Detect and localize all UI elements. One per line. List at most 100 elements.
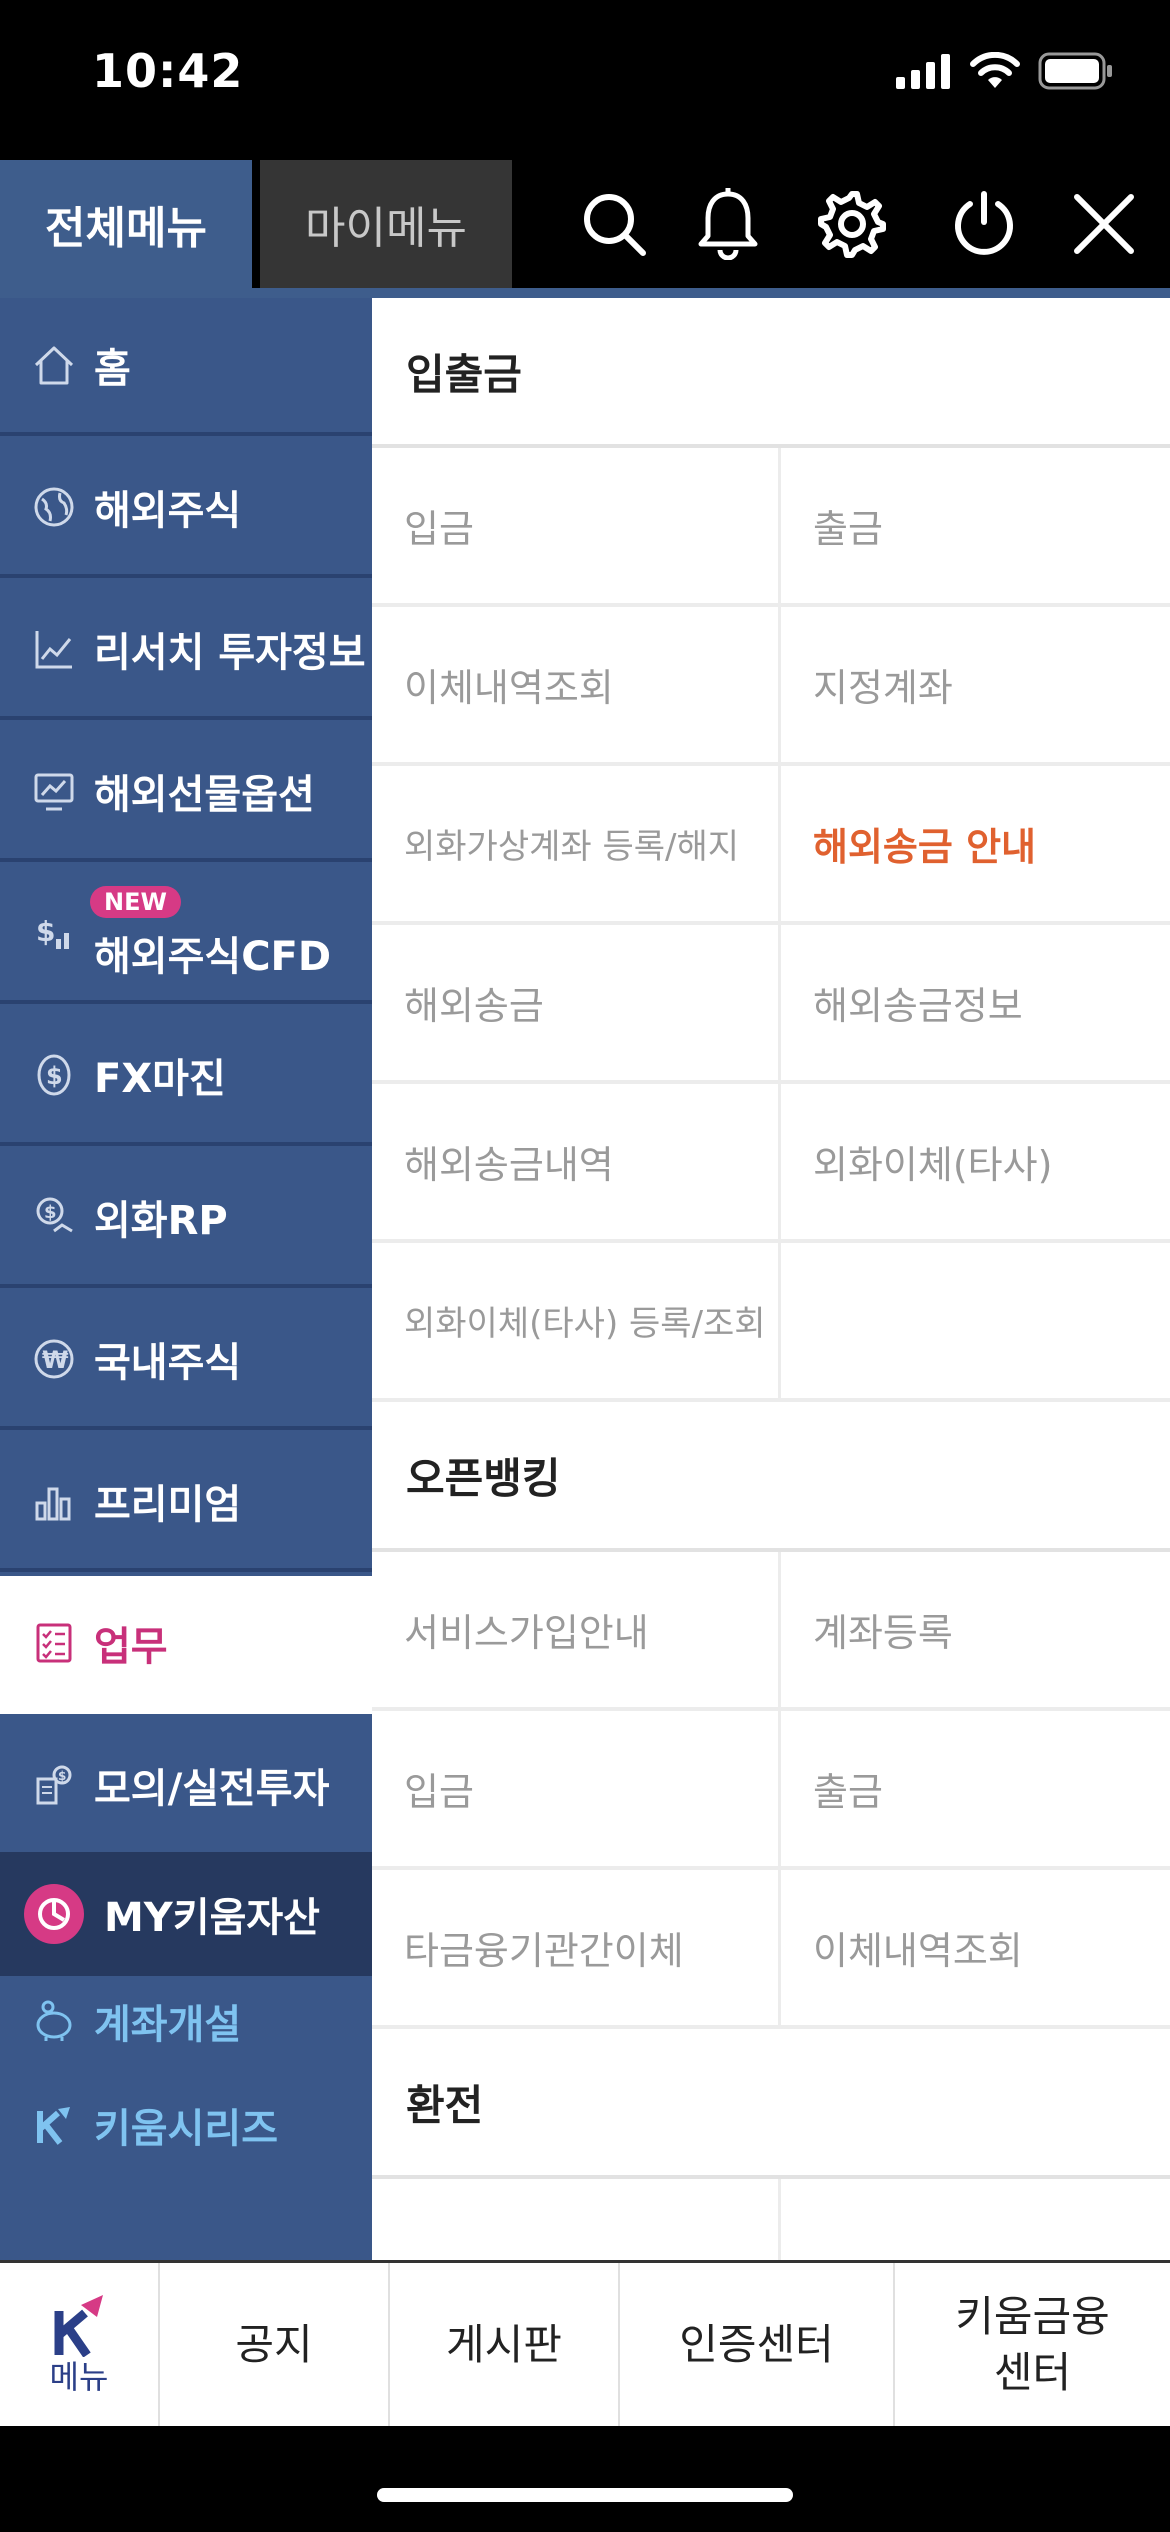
menu-item[interactable]: 해외송금	[372, 925, 781, 1084]
menu-item-empty	[781, 1243, 1170, 1402]
sidebar-sub-account-open[interactable]: 계좌개설	[30, 1992, 241, 2050]
menu-content: 입출금 입금 출금 이체내역조회 지정계좌 외화가상계좌 등록/해지 해외송금 …	[372, 298, 1170, 2260]
checklist-icon	[30, 1619, 78, 1667]
monitor-chart-icon	[30, 767, 78, 815]
sidebar-item-label: 외화RP	[94, 1198, 228, 1244]
status-icons	[896, 52, 1114, 90]
coin-hand-icon: $	[30, 1193, 78, 1241]
menu-item[interactable]: 외화이체(타사) 등록/조회	[372, 1243, 781, 1402]
bottom-cert-center[interactable]: 인증센터	[620, 2263, 895, 2426]
menu-item[interactable]: 외화가상계좌 등록/해지	[372, 766, 781, 925]
section-title: 오픈뱅킹	[372, 1402, 1170, 1552]
sidebar-my-assets[interactable]: MY키움자산	[0, 1852, 372, 1976]
sidebar-item-home[interactable]: 홈	[0, 298, 372, 436]
menu-item-partial[interactable]	[781, 2179, 1170, 2260]
my-assets-label: MY키움자산	[104, 1895, 320, 1941]
sidebar-item-label: 해외선물옵션	[94, 772, 315, 818]
section-title: 입출금	[372, 298, 1170, 448]
sidebar-item-simulated-trading[interactable]: $ 모의/실전투자	[0, 1718, 372, 1856]
svg-text:$: $	[46, 1062, 63, 1090]
tab-all-menu[interactable]: 전체메뉴	[0, 160, 252, 288]
sidebar-item-cfd[interactable]: NEW $ 해외주식CFD	[0, 866, 372, 1004]
header-divider	[0, 288, 1170, 298]
bar-chart-icon	[30, 1477, 78, 1525]
menu-item[interactable]: 이체내역조회	[781, 1870, 1170, 2029]
dollar-circle-icon: $	[30, 1051, 78, 1099]
bottom-item-line: 키움금융	[955, 2291, 1110, 2341]
piggy-bank-icon	[30, 1997, 78, 2045]
search-icon[interactable]	[570, 180, 658, 268]
menu-item[interactable]: 지정계좌	[781, 607, 1170, 766]
menu-item-partial[interactable]	[372, 2179, 781, 2260]
sidebar-item-label: 업무	[94, 1624, 168, 1670]
menu-item[interactable]: 이체내역조회	[372, 607, 781, 766]
sidebar: 홈 해외주식 리서치 투자정보 해외선물옵션 NEW $ 해외주식CFD $ F…	[0, 298, 372, 2260]
sidebar-item-label: 국내주식	[94, 1340, 242, 1386]
svg-text:$: $	[44, 1202, 57, 1223]
globe-icon	[30, 483, 78, 531]
battery-icon	[1038, 52, 1112, 90]
sidebar-item-label: 해외주식CFD	[94, 934, 332, 980]
menu-item[interactable]: 외화이체(타사)	[781, 1084, 1170, 1243]
bottom-item-line: 센터	[993, 2347, 1072, 2397]
sidebar-item-premium[interactable]: 프리미엄	[0, 1434, 372, 1572]
bottom-bar: 메뉴 공지 게시판 인증센터 키움금융 센터	[0, 2260, 1170, 2426]
bottom-menu-label: 메뉴	[49, 2357, 109, 2396]
dollar-chart-icon: $	[30, 909, 78, 957]
menu-item[interactable]: 입금	[372, 448, 781, 607]
sidebar-item-label: 홈	[94, 346, 131, 392]
sidebar-sub-kiwoom-series[interactable]: 키움시리즈	[30, 2096, 278, 2154]
sidebar-item-research[interactable]: 리서치 투자정보	[0, 582, 372, 720]
sidebar-item-business[interactable]: 업무	[0, 1576, 372, 1714]
cellular-signal-icon	[896, 54, 950, 89]
sidebar-item-label: 해외주식	[94, 488, 242, 534]
sidebar-item-futures-options[interactable]: 해외선물옵션	[0, 724, 372, 862]
sidebar-item-label: FX마진	[94, 1056, 226, 1102]
section-title: 환전	[372, 2029, 1170, 2179]
sidebar-item-label: 모의/실전투자	[94, 1766, 330, 1812]
sidebar-item-label: 프리미엄	[94, 1482, 242, 1528]
bottom-kiwoom-finance-center[interactable]: 키움금융 센터	[895, 2263, 1170, 2426]
kiwoom-logo-icon	[24, 1884, 84, 1944]
sidebar-item-overseas-stock[interactable]: 해외주식	[0, 440, 372, 578]
kiwoom-k-icon	[30, 2101, 78, 2149]
svg-text:₩: ₩	[42, 1346, 69, 1374]
sidebar-item-fx-margin[interactable]: $ FX마진	[0, 1008, 372, 1146]
tab-my-menu[interactable]: 마이메뉴	[260, 160, 512, 288]
sidebar-item-fx-rp[interactable]: $ 외화RP	[0, 1150, 372, 1288]
bottom-menu-button[interactable]: 메뉴	[0, 2263, 160, 2426]
menu-item[interactable]: 해외송금정보	[781, 925, 1170, 1084]
menu-item[interactable]: 해외송금내역	[372, 1084, 781, 1243]
menu-header: 전체메뉴 마이메뉴	[0, 160, 1170, 288]
new-badge: NEW	[90, 886, 181, 918]
menu-item[interactable]: 계좌등록	[781, 1552, 1170, 1711]
sidebar-item-domestic-stock[interactable]: ₩ 국내주식	[0, 1292, 372, 1430]
home-indicator-area	[0, 2426, 1170, 2532]
status-time: 10:42	[92, 44, 244, 98]
gear-icon[interactable]	[808, 180, 896, 268]
svg-text:$: $	[36, 915, 55, 948]
won-icon: ₩	[30, 1335, 78, 1383]
sidebar-item-label: 리서치 투자정보	[94, 630, 366, 676]
power-icon[interactable]	[940, 180, 1028, 268]
bottom-notice[interactable]: 공지	[160, 2263, 390, 2426]
menu-item-highlighted[interactable]: 해외송금 안내	[781, 766, 1170, 925]
menu-item[interactable]: 출금	[781, 1711, 1170, 1870]
money-stack-icon: $	[30, 1761, 78, 1809]
bell-icon[interactable]	[684, 180, 772, 268]
home-indicator[interactable]	[377, 2488, 793, 2502]
sidebar-sub-label: 계좌개설	[94, 2002, 242, 2048]
home-icon	[30, 341, 78, 389]
sidebar-sub-label: 키움시리즈	[94, 2106, 278, 2152]
line-chart-icon	[30, 625, 78, 673]
bottom-board[interactable]: 게시판	[390, 2263, 620, 2426]
menu-item[interactable]: 서비스가입안내	[372, 1552, 781, 1711]
menu-item[interactable]: 출금	[781, 448, 1170, 607]
status-bar: 10:42	[0, 0, 1170, 160]
wifi-icon	[970, 52, 1020, 88]
svg-text:$: $	[58, 1769, 66, 1783]
menu-item[interactable]: 입금	[372, 1711, 781, 1870]
menu-item[interactable]: 타금융기관간이체	[372, 1870, 781, 2029]
kiwoom-k-icon	[54, 2294, 103, 2357]
close-icon[interactable]	[1060, 180, 1148, 268]
